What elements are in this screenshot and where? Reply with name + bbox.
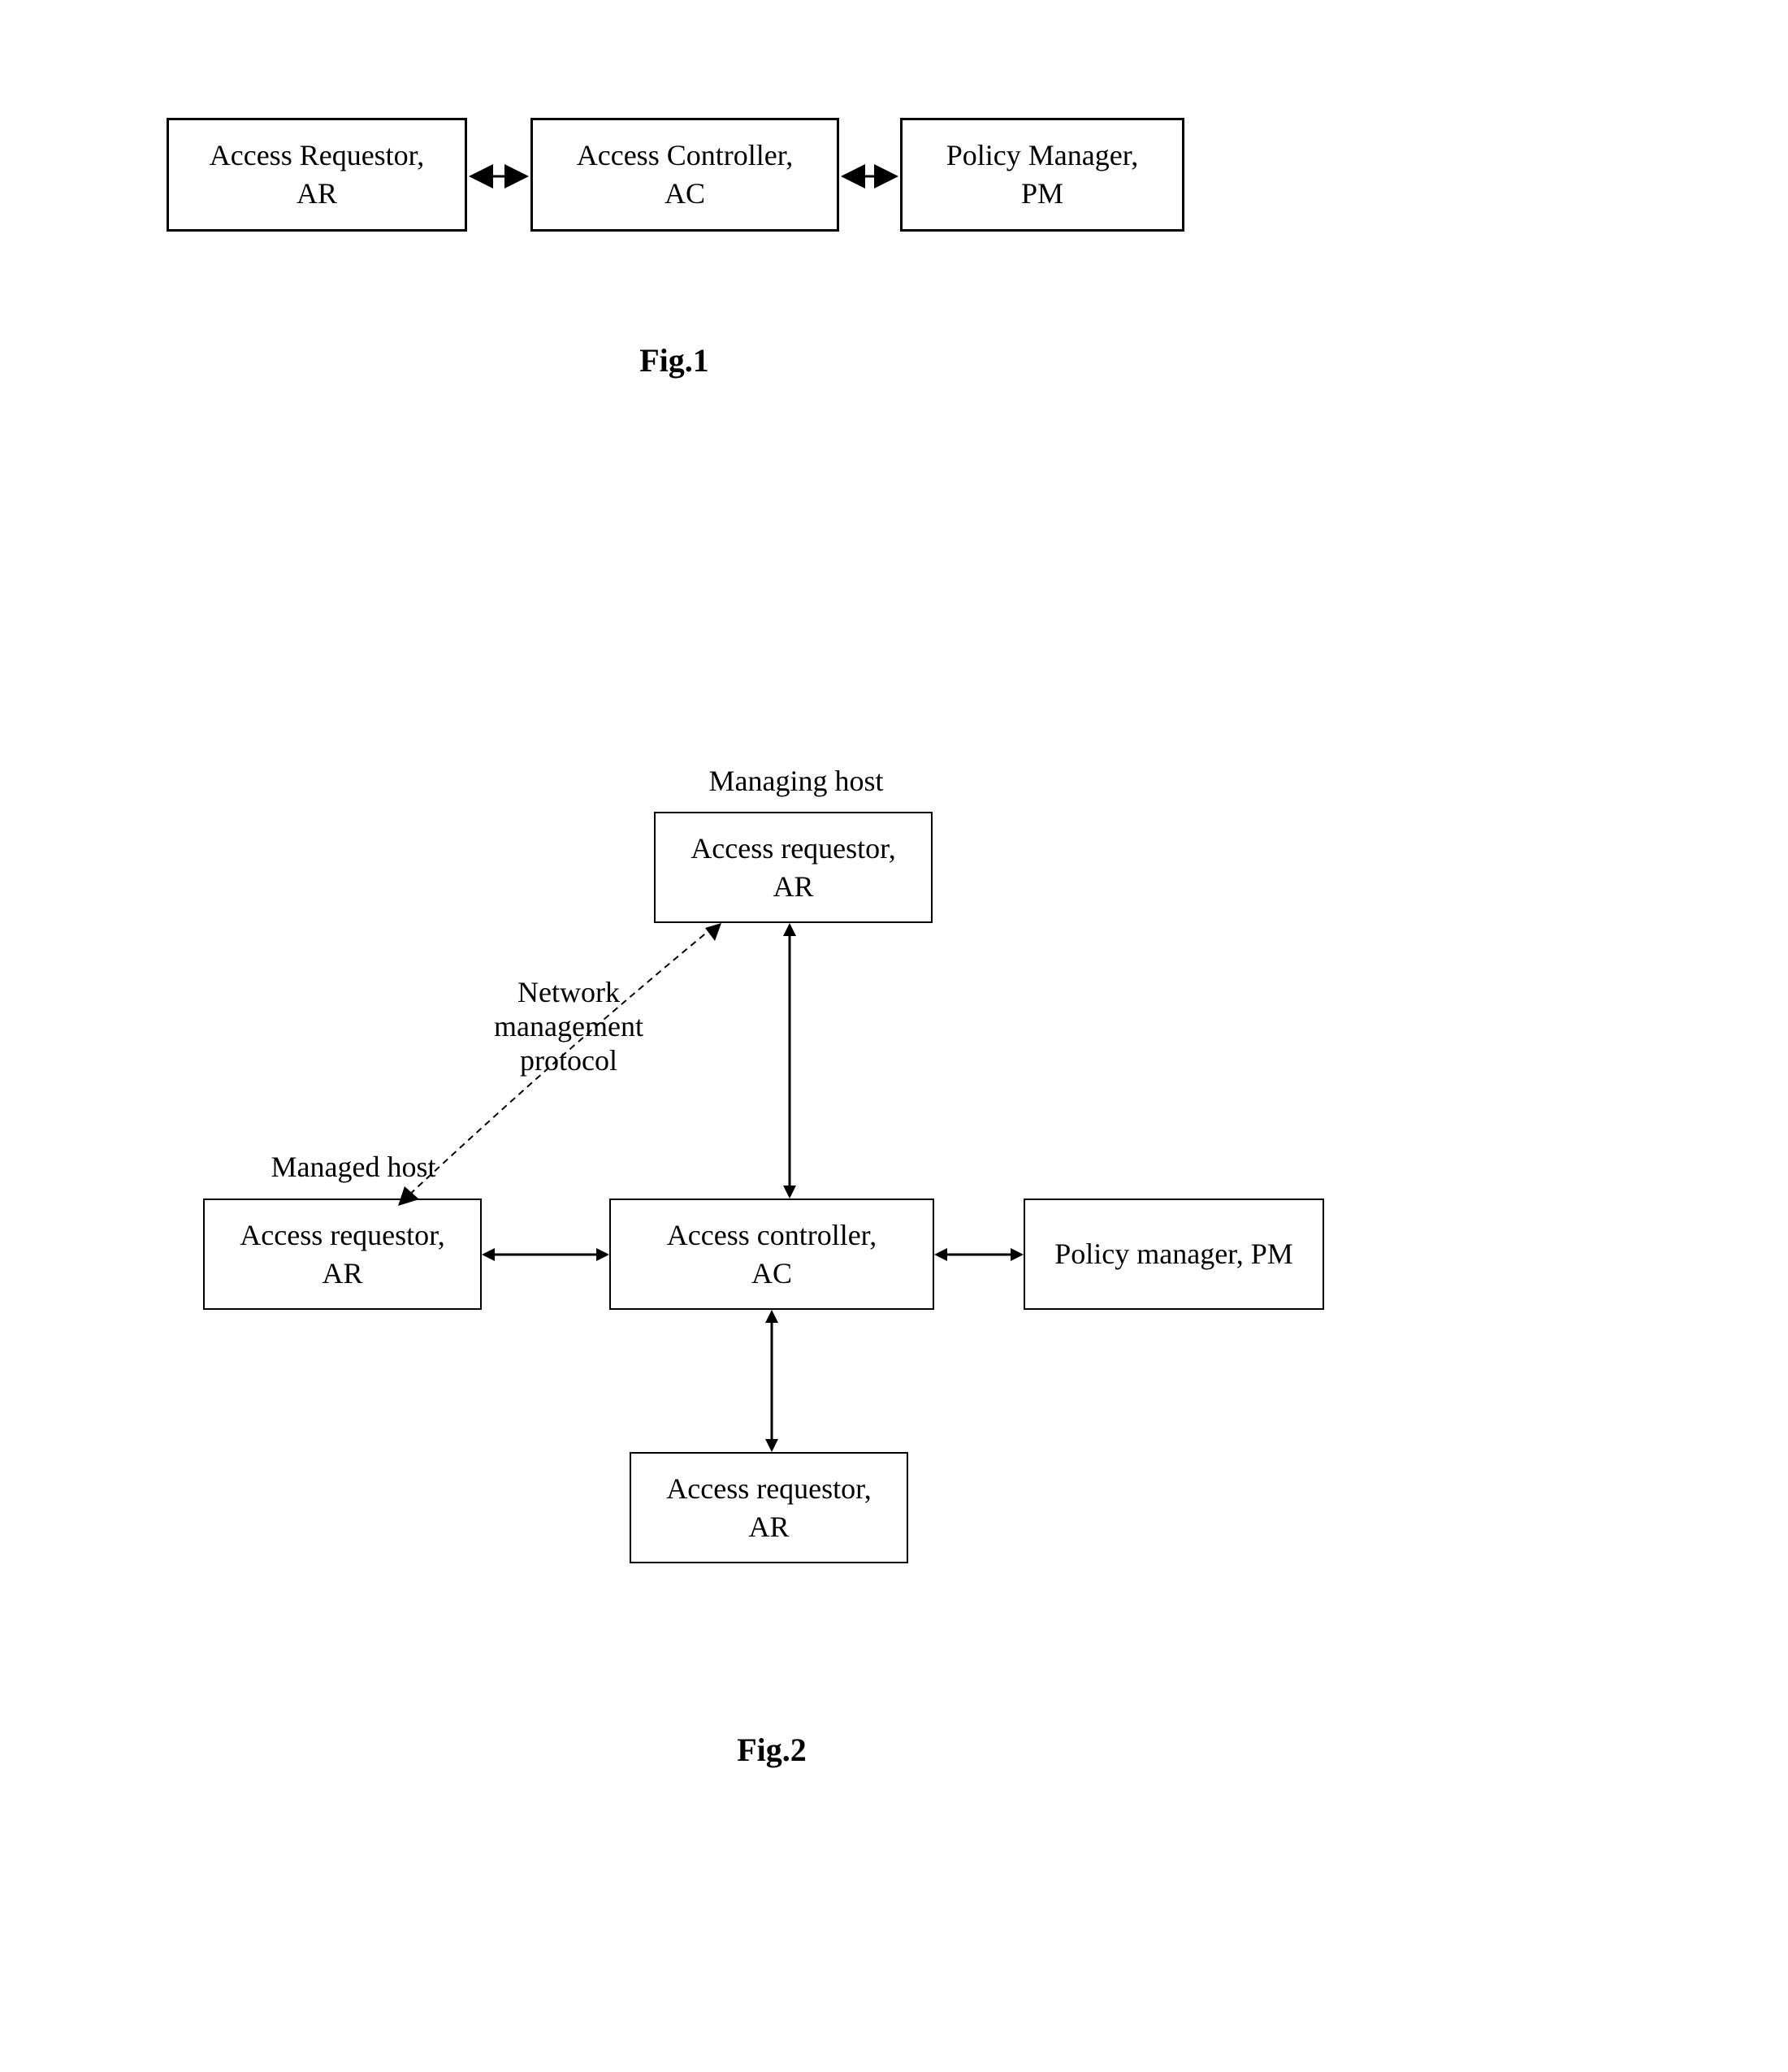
fig2-bottom-ar-line1: Access requestor,	[666, 1470, 871, 1508]
fig2-left-ar-line2: AR	[322, 1255, 362, 1293]
fig1-access-controller-box: Access Controller, AC	[530, 118, 839, 232]
fig1-policy-manager-box: Policy Manager, PM	[900, 118, 1184, 232]
fig2-protocol-line3: protocol	[463, 1043, 674, 1077]
fig2-protocol-line2: management	[463, 1009, 674, 1043]
fig1-ac-line1: Access Controller,	[577, 137, 793, 175]
fig2-policy-manager-box: Policy manager, PM	[1024, 1199, 1324, 1310]
fig1-arrow-ar-ac	[467, 167, 530, 186]
fig1-caption: Fig.1	[626, 341, 723, 379]
fig1-pm-line1: Policy Manager,	[946, 137, 1139, 175]
fig2-protocol-label: Network management protocol	[463, 975, 674, 1077]
fig2-managing-host-label: Managing host	[682, 764, 910, 798]
fig1-arrow-ac-pm	[839, 167, 900, 186]
fig1-ar-line2: AR	[297, 175, 337, 213]
fig2-managing-host-ar-box: Access requestor, AR	[654, 812, 933, 923]
fig2-bottom-ar-box: Access requestor, AR	[630, 1452, 908, 1563]
fig1-ac-line2: AC	[665, 175, 705, 213]
fig2-left-ar-line1: Access requestor,	[240, 1216, 444, 1255]
fig2-arrow-ac-to-bottom-ar	[762, 1310, 781, 1452]
fig2-top-ar-line1: Access requestor,	[691, 830, 895, 868]
fig2-access-controller-box: Access controller, AC	[609, 1199, 934, 1310]
fig2-pm-line1: Policy manager, PM	[1054, 1235, 1293, 1273]
fig2-bottom-ar-line2: AR	[748, 1508, 789, 1546]
fig1-ar-line1: Access Requestor,	[210, 137, 424, 175]
fig2-managed-host-ar-box: Access requestor, AR	[203, 1199, 482, 1310]
fig2-caption: Fig.2	[723, 1731, 820, 1769]
fig1-pm-line2: PM	[1021, 175, 1063, 213]
fig2-managed-host-label: Managed host	[248, 1150, 459, 1184]
fig2-top-ar-line2: AR	[773, 868, 813, 906]
fig2-ac-line1: Access controller,	[667, 1216, 877, 1255]
fig2-arrow-left-ar-to-ac	[482, 1245, 609, 1264]
fig2-ac-line2: AC	[751, 1255, 792, 1293]
fig1-access-requestor-box: Access Requestor, AR	[167, 118, 467, 232]
fig2-arrow-ac-to-pm	[934, 1245, 1024, 1264]
fig2-protocol-line1: Network	[463, 975, 674, 1009]
fig2-arrow-top-ar-to-ac	[780, 923, 799, 1199]
